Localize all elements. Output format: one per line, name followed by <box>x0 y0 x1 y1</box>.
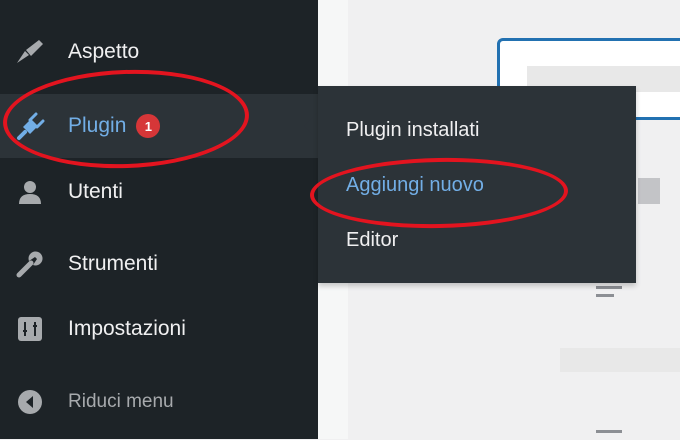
content-placeholder-bar-2 <box>560 348 680 372</box>
flyout-arrow <box>304 112 318 140</box>
paint-brush-icon <box>14 36 46 68</box>
sidebar-item-utenti[interactable]: Utenti <box>0 160 318 224</box>
submenu-item-aggiungi-nuovo[interactable]: Aggiungi nuovo <box>346 174 484 197</box>
content-placeholder-block <box>638 178 660 204</box>
submenu-item-plugin-installati[interactable]: Plugin installati <box>346 119 479 142</box>
sidebar-item-label: Strumenti <box>68 252 158 275</box>
sidebar-item-label: Aspetto <box>68 40 140 63</box>
sidebar-item-impostazioni[interactable]: Impostazioni <box>0 297 318 361</box>
collapse-menu-button[interactable]: Riduci menu <box>0 370 318 434</box>
wrench-icon <box>14 248 46 280</box>
sidebar-item-strumenti[interactable]: Strumenti <box>0 232 318 296</box>
sidebar-item-aspetto[interactable]: Aspetto <box>0 20 318 84</box>
settings-icon <box>14 313 46 345</box>
submenu-item-editor[interactable]: Editor <box>346 229 398 252</box>
sidebar-item-plugin[interactable]: Plugin 1 <box>0 94 318 158</box>
sidebar-item-label: Impostazioni <box>68 317 186 340</box>
sidebar-item-label: Riduci menu <box>68 391 174 412</box>
sidebar-item-label: Utenti <box>68 180 123 203</box>
users-icon <box>14 176 46 208</box>
update-count-badge: 1 <box>136 114 161 138</box>
admin-sidebar: Aspetto Plugin 1 Utenti Strumenti Impost… <box>0 0 318 439</box>
collapse-icon <box>14 386 46 418</box>
plugin-submenu: Plugin installati Aggiungi nuovo Editor <box>318 86 636 283</box>
plugin-icon <box>14 110 46 142</box>
align-left-icon <box>596 286 622 297</box>
sidebar-item-label: Plugin <box>68 114 127 137</box>
